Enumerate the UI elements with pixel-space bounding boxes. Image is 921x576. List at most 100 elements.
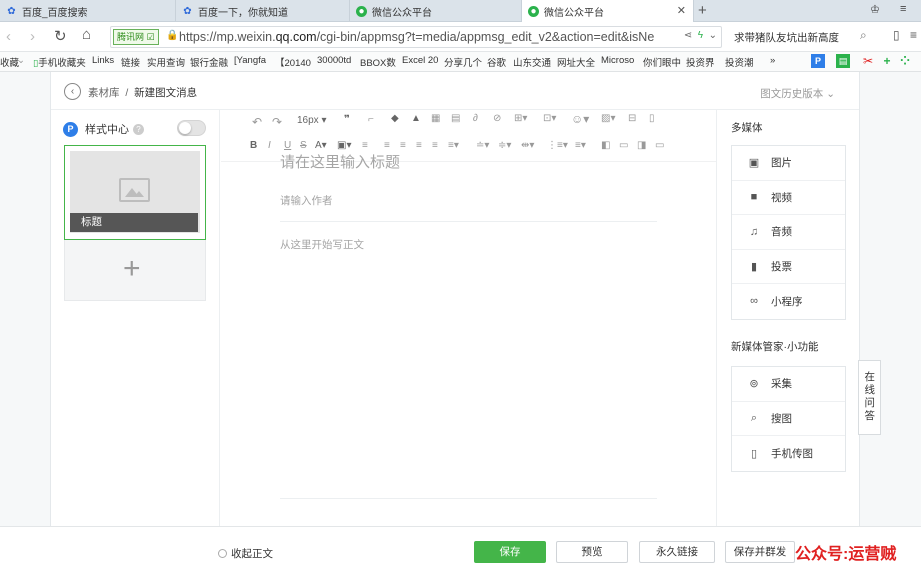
home-icon[interactable]: ⌂ [82, 26, 91, 43]
permalink-button[interactable]: 永久链接 [639, 541, 715, 563]
media-item-video[interactable]: ■ 视频 [732, 181, 845, 215]
bookmark-item[interactable]: 链接 [121, 55, 140, 69]
bookmark-item[interactable]: Microso [601, 55, 634, 66]
history-version-dropdown[interactable]: 图文历史版本 ⌄ [760, 86, 835, 101]
save-and-send-button[interactable]: 保存并群发 [725, 541, 795, 563]
lightning-icon[interactable]: ϟ [698, 30, 703, 41]
insert-image-icon[interactable]: ▨▾ [601, 113, 615, 124]
url-input[interactable]: 腾讯网 ☑ 🔒 https://mp.weixin.qq.com/cgi-bin… [110, 26, 722, 48]
tab-wechat-mp-active[interactable]: ● 微信公众平台 ✕ [522, 0, 694, 23]
security-badge[interactable]: 腾讯网 ☑ [113, 29, 159, 45]
author-input[interactable]: 请输入作者 [280, 193, 333, 208]
breadcrumb-root[interactable]: 素材库 [88, 87, 120, 99]
undo-icon[interactable]: ↶ [252, 115, 262, 129]
shirt-skin-icon[interactable]: ♔ [870, 3, 880, 16]
add-article-button[interactable]: + [64, 240, 206, 301]
bookmark-item[interactable]: 实用查询 [147, 55, 185, 69]
strikethrough-icon[interactable]: S [300, 140, 307, 151]
reader-extension-icon[interactable]: ▤ [836, 54, 850, 68]
media-item-image[interactable]: ▣ 图片 [732, 146, 845, 181]
collapse-body-toggle[interactable]: 收起正文 [218, 546, 273, 561]
italic-icon[interactable]: I [268, 140, 271, 151]
share-icon[interactable]: ⋖ [684, 30, 692, 41]
float-left-icon[interactable]: ◧ [601, 140, 610, 151]
media-item-audio[interactable]: ♫ 音频 [732, 215, 845, 250]
underline-icon[interactable]: U [284, 140, 291, 151]
bookmark-item[interactable]: 30000td [317, 55, 351, 66]
ordered-list-icon[interactable]: ⋮≡▾ [547, 140, 568, 151]
article-card[interactable]: 标题 [64, 145, 206, 240]
p-extension-icon[interactable]: P [811, 54, 825, 68]
back-circle-icon[interactable]: ‹ [64, 83, 81, 100]
indent-icon[interactable]: ≡ [362, 140, 368, 151]
tool-item-phone-upload[interactable]: ▯ 手机传图 [732, 436, 845, 471]
tools-extension-icon[interactable]: ✂ [861, 54, 875, 68]
fullscreen-icon[interactable]: ▭ [655, 140, 664, 151]
bookmark-item[interactable]: 投资界 [686, 55, 715, 69]
para-before-icon[interactable]: ≐▾ [476, 140, 489, 151]
align-right-icon[interactable]: ≡ [416, 140, 422, 151]
bookmark-item[interactable]: 你们眼中 [643, 55, 681, 69]
phone-icon[interactable]: ▯ [893, 28, 900, 42]
highlight-icon[interactable]: ◆ [391, 113, 399, 124]
forward-icon[interactable]: › [30, 28, 35, 45]
new-tab-icon[interactable]: + [698, 2, 707, 19]
news-ticker[interactable]: 求带猪队友坑出新高度 [734, 30, 839, 45]
style-center[interactable]: P 样式中心 ? [63, 121, 144, 137]
save-button[interactable]: 保存 [474, 541, 546, 563]
text-style-icon[interactable]: ⊡▾ [543, 113, 556, 124]
bookmark-item[interactable]: Links [92, 55, 114, 66]
media-item-mini-program[interactable]: ∞ 小程序 [732, 284, 845, 319]
align-justify-icon[interactable]: ≡ [432, 140, 438, 151]
style-center-toggle[interactable] [177, 120, 206, 136]
refresh-icon[interactable]: ↻ [54, 27, 67, 45]
font-color-icon[interactable]: A▾ [315, 140, 327, 151]
emoji-icon[interactable]: ☺▾ [571, 112, 589, 126]
paragraph-icon[interactable]: ▦ [431, 113, 440, 124]
preview-button[interactable]: 预览 [556, 541, 628, 563]
chevron-down-icon[interactable]: ⌄ [17, 55, 25, 66]
help-icon[interactable]: ? [133, 123, 144, 135]
quote-icon[interactable]: ❞ [344, 114, 350, 125]
float-none-icon[interactable]: ▭ [619, 140, 628, 151]
bold-icon[interactable]: B [250, 140, 257, 151]
document-icon[interactable]: ▯ [649, 113, 655, 124]
bookmark-item[interactable]: 投资潮 [725, 55, 754, 69]
chevron-down-icon[interactable]: ⌄ [709, 30, 717, 41]
bookmark-item[interactable]: 网址大全 [557, 55, 595, 69]
background-color-icon[interactable]: ▣▾ [337, 140, 351, 151]
clear-format-icon[interactable]: ▲ [411, 113, 421, 124]
font-size-select[interactable]: 16px ▾ [297, 115, 327, 126]
letter-spacing-icon[interactable]: ⇹▾ [521, 140, 534, 151]
tab-baidu-home[interactable]: ✿ 百度一下，你就知道 [176, 0, 350, 22]
float-right-icon[interactable]: ◨ [637, 140, 646, 151]
bookmark-item[interactable]: [Yangfa [234, 55, 266, 66]
bookmark-item[interactable]: 银行金融 [190, 55, 228, 69]
bookmark-item[interactable]: 山东交通 [513, 55, 551, 69]
bookmark-item[interactable]: BBOX数 [360, 55, 396, 69]
format-painter-icon[interactable]: ⌐ [368, 114, 374, 125]
bookmark-more[interactable]: » [770, 55, 775, 66]
align-center-icon[interactable]: ≡ [400, 140, 406, 151]
plus-extension-icon[interactable]: + [880, 54, 894, 68]
link-icon[interactable]: ∂ [473, 113, 478, 124]
grid-extension-icon[interactable]: ⁘ [898, 54, 912, 68]
unlink-icon[interactable]: ⊘ [493, 113, 501, 124]
align-left-icon[interactable]: ≡ [384, 140, 390, 151]
close-icon[interactable]: ✕ [677, 4, 686, 17]
menu-icon[interactable]: ≡ [900, 3, 906, 15]
more-icon[interactable]: ≡ [910, 28, 917, 42]
block-icon[interactable]: ▤ [451, 113, 460, 124]
bookmark-item[interactable]: Excel 20 [402, 55, 438, 66]
tool-item-collect[interactable]: ⊚ 采集 [732, 367, 845, 402]
search-icon[interactable]: ⌕ [860, 28, 867, 43]
online-qa-button[interactable]: 在线问答 [858, 360, 881, 435]
bookmark-item[interactable]: 谷歌 [487, 55, 506, 69]
tab-baidu-search[interactable]: ✿ 百度_百度搜索 [0, 0, 176, 22]
tab-wechat-mp-1[interactable]: ● 微信公众平台 [350, 0, 522, 22]
body-editor[interactable]: 从这里开始写正文 [280, 237, 364, 252]
unordered-list-icon[interactable]: ≡▾ [575, 140, 586, 151]
table-icon[interactable]: ⊞▾ [514, 113, 527, 124]
bookmark-item[interactable]: 【20140 [275, 55, 311, 69]
title-input[interactable]: 请在这里输入标题 [280, 151, 400, 172]
